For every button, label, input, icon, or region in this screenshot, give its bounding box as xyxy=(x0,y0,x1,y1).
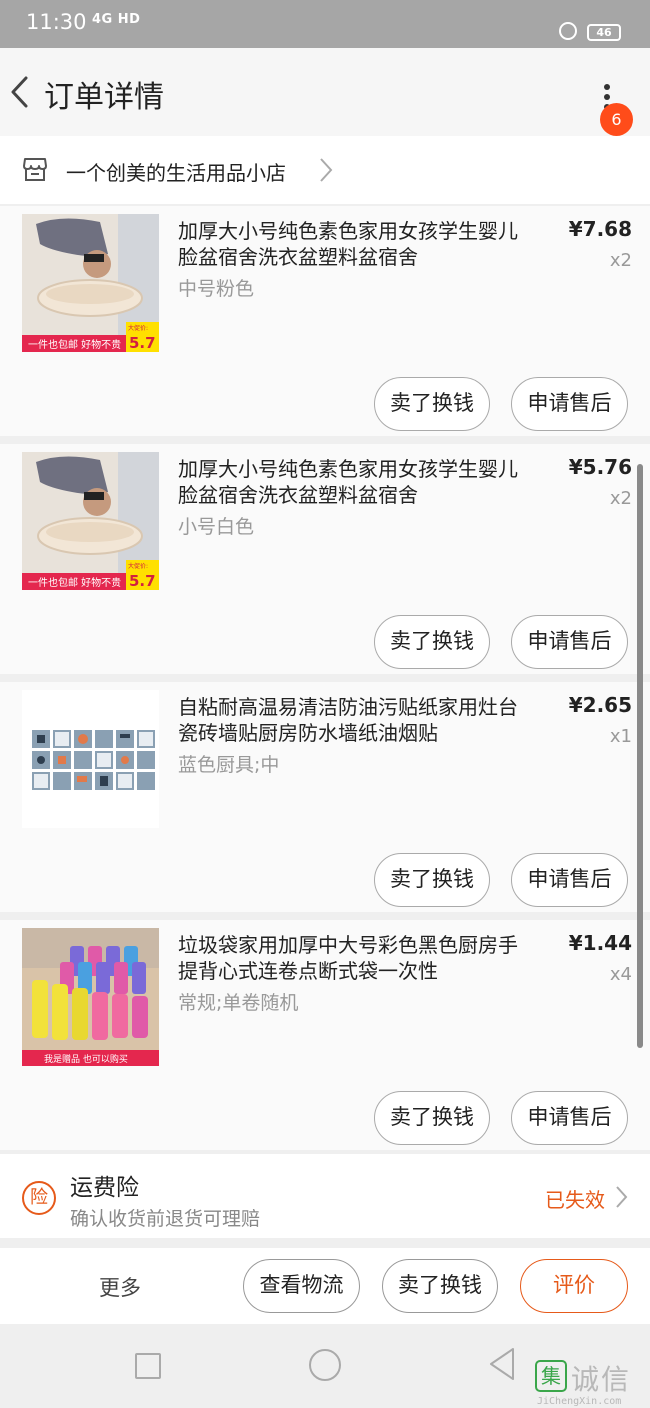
more-link[interactable]: 更多 xyxy=(99,1272,141,1302)
product-price: ¥1.44 xyxy=(568,931,632,955)
shop-row[interactable]: 一个创美的生活用品小店 xyxy=(0,136,650,204)
watermark-url: JiChengXin.com xyxy=(537,1396,622,1407)
product-thumbnail[interactable]: 一件也包邮 好物不贵 大促价: 5.7 xyxy=(22,214,159,352)
after-sale-button[interactable]: 申请售后 xyxy=(511,853,628,907)
thumb-tag: 5.7 xyxy=(129,572,156,590)
product-thumbnail[interactable]: 我是赠品 也可以购买 xyxy=(22,928,159,1066)
order-item: 我是赠品 也可以购买 垃圾袋家用加厚中大号彩色黑色厨房手提背心式连卷点断式袋一次… xyxy=(0,920,650,1150)
sell-button[interactable]: 卖了换钱 xyxy=(374,615,490,669)
order-item: 一件也包邮 好物不贵 大促价: 5.7 加厚大小号纯色素色家用女孩学生婴儿脸盆宿… xyxy=(0,206,650,436)
page-title: 订单详情 xyxy=(44,80,164,115)
sell-button[interactable]: 卖了换钱 xyxy=(374,377,490,431)
store-icon xyxy=(23,158,47,181)
thumb-tag-small: 大促价: xyxy=(128,562,148,570)
insurance-status: 已失效 xyxy=(545,1188,605,1212)
product-price: ¥5.76 xyxy=(568,455,632,479)
product-name[interactable]: 加厚大小号纯色素色家用女孩学生婴儿脸盆宿舍洗衣盆塑料盆宿舍 xyxy=(178,456,528,508)
watermark-logo: 集 xyxy=(535,1360,567,1392)
bottom-action-bar: 更多 查看物流 卖了换钱 评价 xyxy=(0,1248,650,1324)
back-chevron-icon[interactable] xyxy=(8,74,32,110)
product-quantity: x4 xyxy=(609,964,632,985)
sell-button[interactable]: 卖了换钱 xyxy=(374,1091,490,1145)
chevron-right-icon xyxy=(616,1186,628,1208)
signal-icon: 4G HD xyxy=(92,12,141,27)
sell-button[interactable]: 卖了换钱 xyxy=(382,1259,498,1313)
watermark: 集 诚信 JiChengXin.com xyxy=(533,1358,650,1408)
insurance-subtitle: 确认收货前退货可理赔 xyxy=(70,1208,261,1230)
thumb-banner-text: 我是赠品 也可以购买 xyxy=(44,1053,128,1065)
watermark-text: 诚信 xyxy=(571,1363,632,1396)
battery-icon: 46 xyxy=(587,24,621,41)
thumb-tag: 5.7 xyxy=(129,334,156,352)
product-name[interactable]: 加厚大小号纯色素色家用女孩学生婴儿脸盆宿舍洗衣盆塑料盆宿舍 xyxy=(178,218,528,270)
scrollbar[interactable] xyxy=(637,464,643,1048)
product-spec: 中号粉色 xyxy=(178,278,255,300)
after-sale-button[interactable]: 申请售后 xyxy=(511,615,628,669)
order-item: 自粘耐高温易清洁防油污贴纸家用灶台瓷砖墙贴厨房防水墙纸油烟贴 蓝色厨具;中 ¥2… xyxy=(0,682,650,912)
product-spec: 小号白色 xyxy=(178,516,255,538)
product-price: ¥2.65 xyxy=(568,693,632,717)
product-name[interactable]: 垃圾袋家用加厚中大号彩色黑色厨房手提背心式连卷点断式袋一次性 xyxy=(178,932,528,984)
review-button[interactable]: 评价 xyxy=(520,1259,628,1313)
thumb-banner-text: 一件也包邮 好物不贵 xyxy=(28,576,121,589)
shipping-insurance-row[interactable]: 险 运费险 确认收货前退货可理赔 已失效 xyxy=(0,1154,650,1238)
app-header: 订单详情 6 xyxy=(0,48,650,136)
product-quantity: x2 xyxy=(609,250,632,271)
product-quantity: x2 xyxy=(609,488,632,509)
product-price: ¥7.68 xyxy=(568,217,632,241)
product-name[interactable]: 自粘耐高温易清洁防油污贴纸家用灶台瓷砖墙贴厨房防水墙纸油烟贴 xyxy=(178,694,528,746)
shop-name[interactable]: 一个创美的生活用品小店 xyxy=(66,157,286,186)
lock-icon xyxy=(559,22,577,40)
product-spec: 常规;单卷随机 xyxy=(178,992,299,1014)
product-thumbnail[interactable] xyxy=(22,690,159,828)
status-time: 11:30 xyxy=(26,10,87,34)
chevron-right-icon xyxy=(320,158,333,182)
sell-button[interactable]: 卖了换钱 xyxy=(374,853,490,907)
after-sale-button[interactable]: 申请售后 xyxy=(511,1091,628,1145)
after-sale-button[interactable]: 申请售后 xyxy=(511,377,628,431)
thumb-tag-small: 大促价: xyxy=(128,324,148,332)
status-bar: 11:30 4G HD 46 xyxy=(0,0,650,48)
insurance-icon: 险 xyxy=(22,1181,56,1215)
order-item: 一件也包邮 好物不贵 大促价: 5.7 加厚大小号纯色素色家用女孩学生婴儿脸盆宿… xyxy=(0,444,650,674)
notification-badge: 6 xyxy=(600,103,633,136)
view-logistics-button[interactable]: 查看物流 xyxy=(243,1259,360,1313)
home-icon[interactable] xyxy=(309,1349,341,1381)
nav-back-icon[interactable] xyxy=(487,1346,517,1382)
insurance-title: 运费险 xyxy=(70,1175,139,1201)
thumb-banner-text: 一件也包邮 好物不贵 xyxy=(28,338,121,351)
product-quantity: x1 xyxy=(609,726,632,747)
product-thumbnail[interactable]: 一件也包邮 好物不贵 大促价: 5.7 xyxy=(22,452,159,590)
recent-apps-icon[interactable] xyxy=(135,1353,161,1379)
product-spec: 蓝色厨具;中 xyxy=(178,754,280,776)
